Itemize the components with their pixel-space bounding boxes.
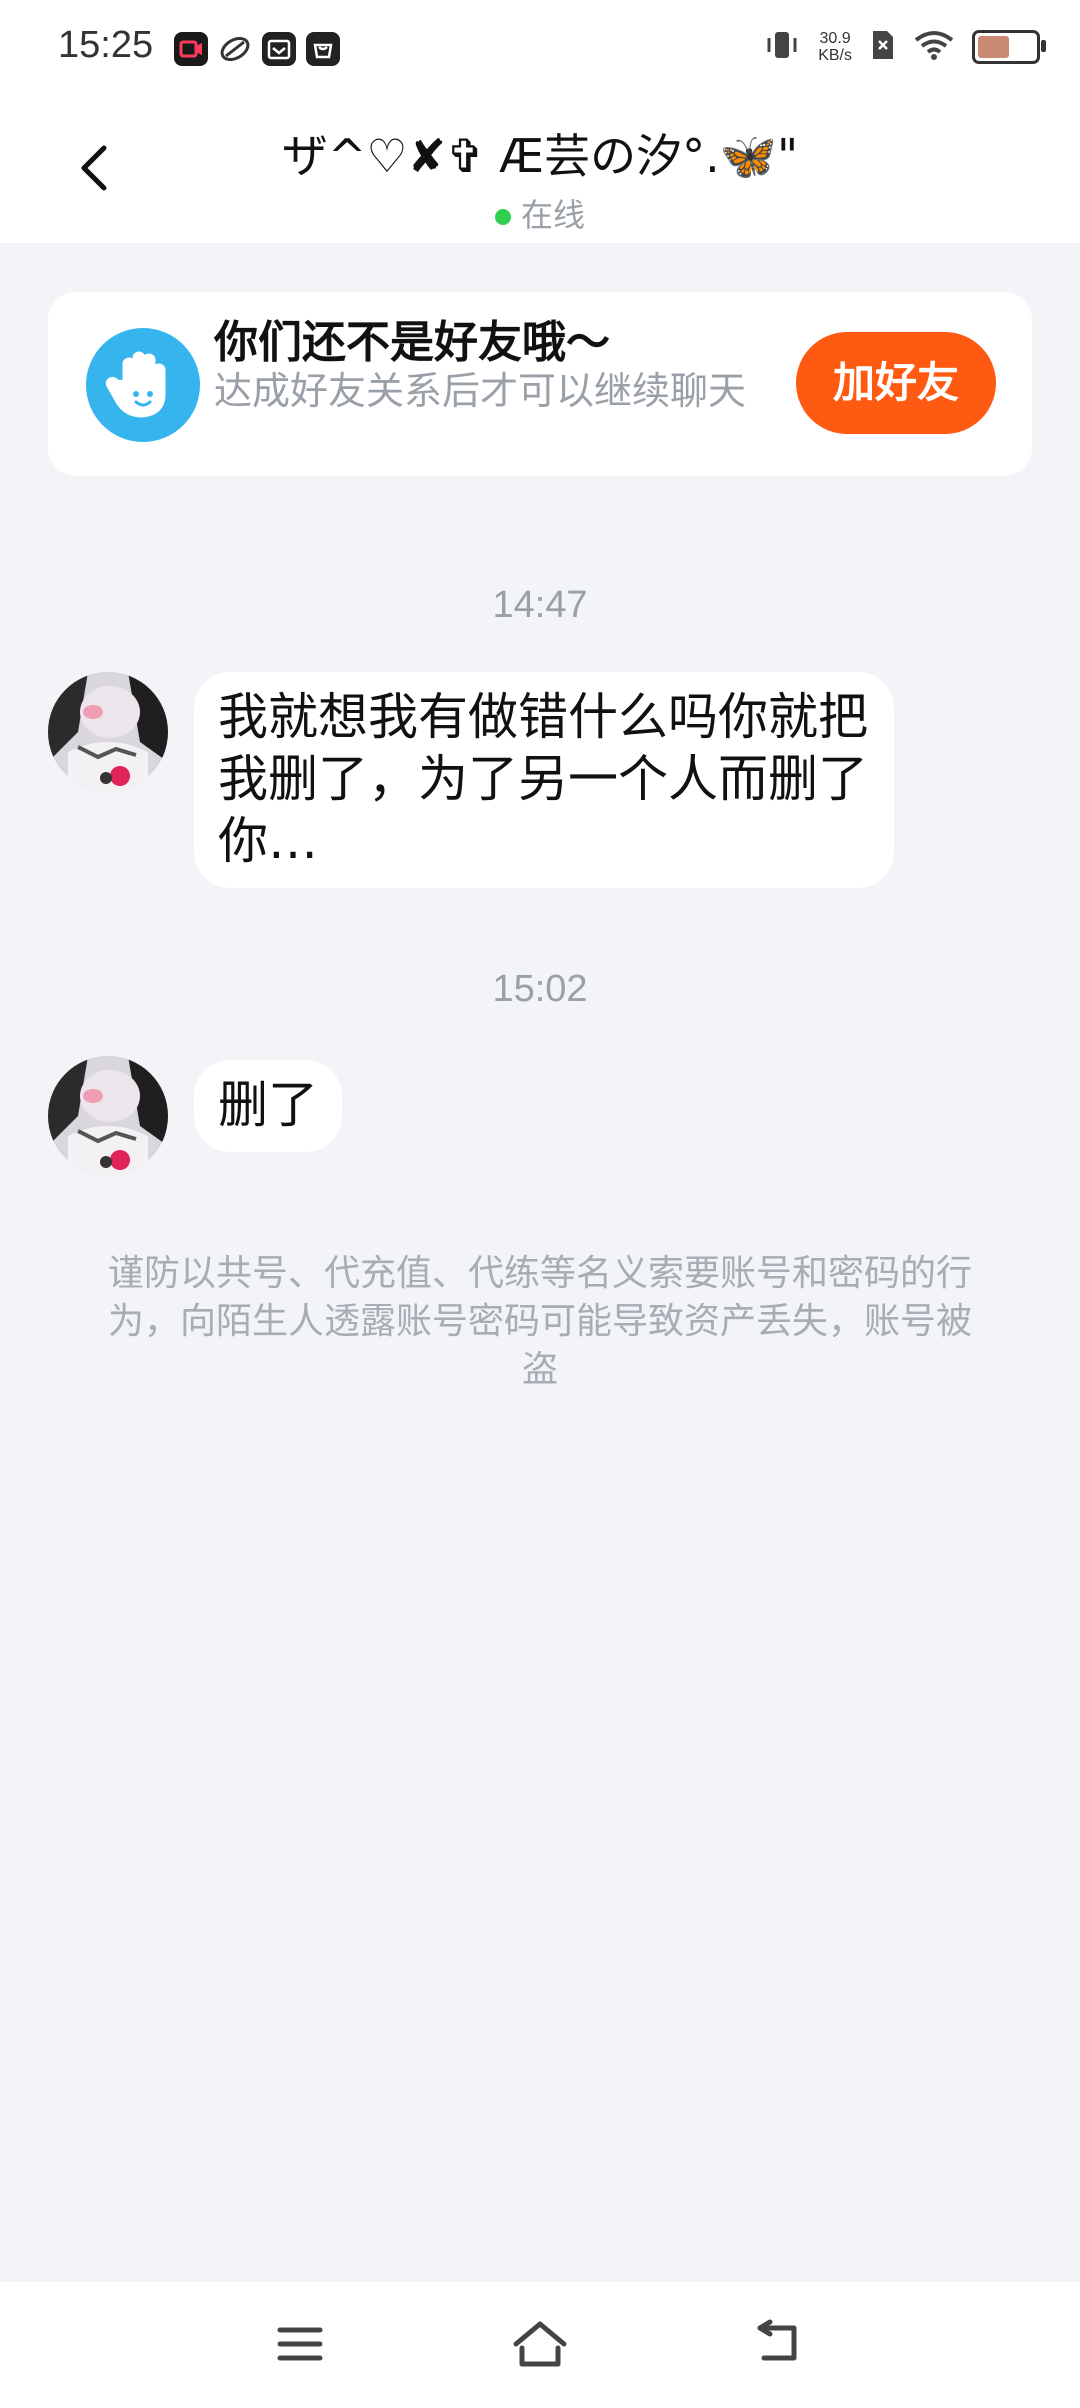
wifi-icon bbox=[914, 29, 954, 65]
online-status: 在线 bbox=[0, 190, 1080, 236]
shopping-bag-icon bbox=[306, 32, 340, 66]
battery-level-fill bbox=[978, 36, 1009, 58]
message-timestamp: 15:02 bbox=[492, 968, 588, 1010]
network-speed-unit: KB/s bbox=[818, 47, 852, 64]
message-timestamp: 14:47 bbox=[492, 584, 588, 626]
online-status-label: 在线 bbox=[520, 196, 585, 234]
status-time: 15:25 bbox=[58, 24, 154, 66]
back-arrow-icon bbox=[757, 2319, 797, 2361]
message-bubble[interactable]: 删了 bbox=[194, 1060, 342, 1152]
add-friend-button[interactable]: 加好友 bbox=[796, 332, 996, 434]
message-bubble[interactable]: 我就想我有做错什么吗你就把我删了，为了另一个人而删了你… bbox=[194, 672, 894, 888]
safety-notice: 谨防以共号、代充值、代练等名义索要账号和密码的行为，向陌生人透露账号密码可能导致… bbox=[107, 1253, 972, 1390]
vibrate-icon bbox=[764, 28, 800, 66]
video-recorder-icon bbox=[174, 32, 208, 66]
wave-hand-icon bbox=[86, 328, 200, 442]
online-dot-icon bbox=[494, 209, 511, 225]
home-icon bbox=[513, 2321, 567, 2367]
app-icon bbox=[218, 32, 252, 66]
status-bar: 15:25 30.9 KB/s bbox=[0, 0, 1080, 98]
avatar[interactable] bbox=[48, 672, 168, 792]
network-speed: 30.9 KB/s bbox=[818, 30, 852, 64]
card-title: 你们还不是好友哦～ bbox=[214, 317, 610, 368]
home-button[interactable] bbox=[510, 2314, 570, 2374]
chat-title[interactable]: ザ^♡✘✞ Æ芸の汐°.🦋" bbox=[0, 120, 1080, 186]
battery-icon bbox=[972, 30, 1046, 64]
sim-disabled-icon bbox=[870, 29, 896, 65]
network-speed-value: 30.9 bbox=[819, 30, 851, 47]
status-indicators: 30.9 KB/s bbox=[764, 28, 1046, 66]
card-subtitle: 达成好友关系后才可以继续聊天 bbox=[214, 369, 747, 413]
menu-button[interactable] bbox=[270, 2314, 330, 2374]
menu-icon bbox=[277, 2327, 323, 2361]
friend-request-card: 你们还不是好友哦～ 达成好友关系后才可以继续聊天 加好友 bbox=[48, 292, 1032, 476]
back-nav-button[interactable] bbox=[750, 2314, 810, 2374]
system-nav-bar bbox=[0, 2282, 1080, 2408]
avatar[interactable] bbox=[48, 1056, 168, 1176]
mail-icon bbox=[262, 32, 296, 66]
chat-header: ザ^♡✘✞ Æ芸の汐°.🦋" 在线 bbox=[0, 98, 1080, 243]
